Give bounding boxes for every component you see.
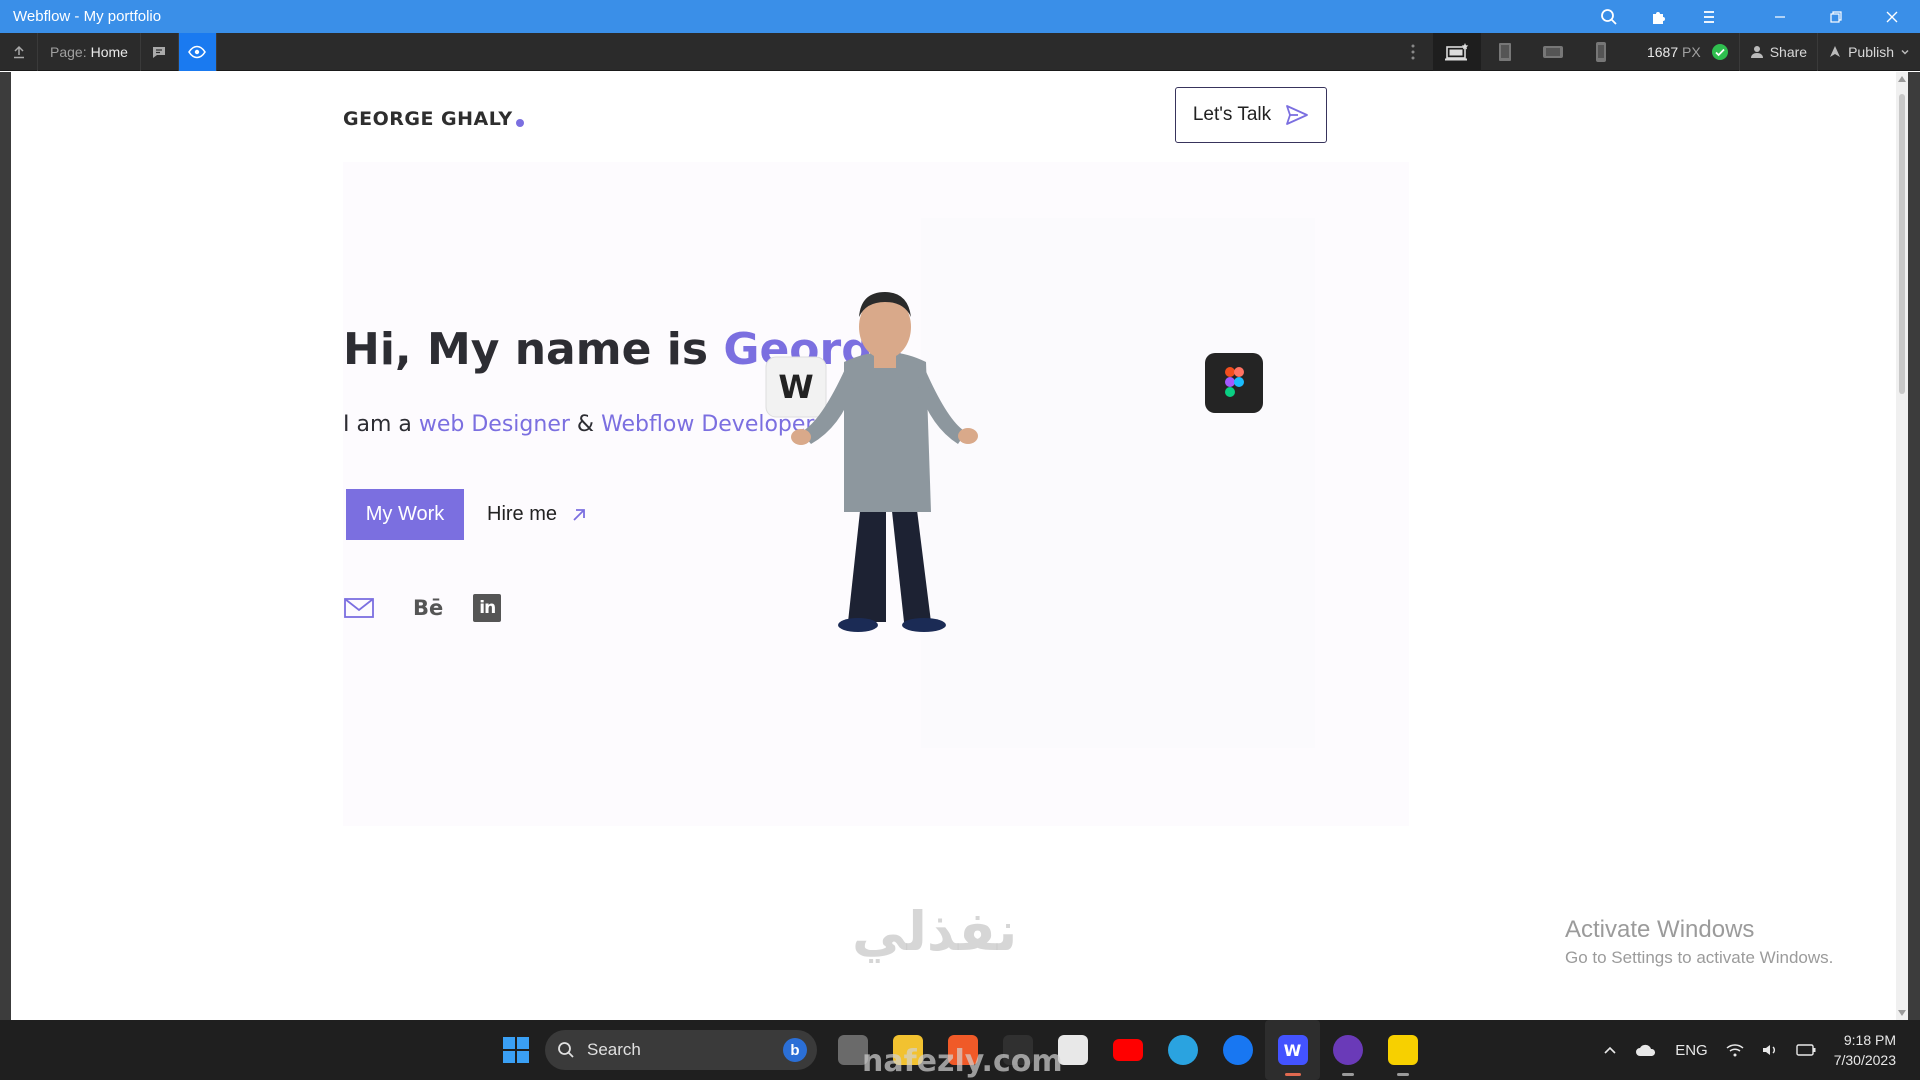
chevron-up-icon[interactable]	[1603, 1045, 1617, 1055]
social-links: Bē in	[343, 594, 502, 622]
media-player-icon[interactable]	[1320, 1020, 1375, 1080]
bing-icon[interactable]: b	[783, 1038, 807, 1062]
designer-toolbar: Page: Home 1687 PX Share Publish	[0, 32, 1920, 71]
watermark: نفذلي	[852, 900, 1017, 963]
hire-me-label: Hire me	[487, 503, 558, 525]
breakpoint-tablet[interactable]	[1481, 33, 1529, 71]
onedrive-icon[interactable]	[1635, 1043, 1657, 1057]
desktop-icon	[1444, 42, 1469, 60]
chevron-down-icon	[1901, 49, 1909, 55]
activate-windows-notice: Activate Windows Go to Settings to activ…	[1565, 916, 1833, 968]
linkedin-icon[interactable]: in	[473, 594, 502, 622]
my-work-button[interactable]: My Work	[346, 489, 464, 540]
logo-dot	[515, 119, 524, 127]
publish-button[interactable]: Publish	[1817, 32, 1920, 71]
share-button[interactable]: Share	[1738, 32, 1817, 71]
designer-canvas: GEORGE GHALY Let's Talk Hi, My name is G…	[0, 72, 1920, 1020]
site-page: GEORGE GHALY Let's Talk Hi, My name is G…	[11, 72, 1908, 1020]
publish-label: Publish	[1848, 43, 1894, 60]
search-placeholder: Search	[587, 1040, 641, 1059]
webflow-app-icon[interactable]: W	[1265, 1020, 1320, 1080]
sub-role-designer: web Designer	[418, 412, 570, 437]
page-selector-value: Home	[90, 43, 128, 60]
site-logo-text: GEORGE GHALY	[343, 108, 513, 130]
restore-button[interactable]	[1808, 0, 1864, 33]
behance-icon[interactable]: Bē	[413, 596, 443, 620]
page-selector-label: Page:	[50, 43, 87, 60]
page-selector[interactable]: Page: Home	[38, 32, 141, 71]
breakpoint-landscape[interactable]	[1529, 33, 1577, 71]
taskbar-clock[interactable]: 9:18 PM 7/30/2023	[1834, 1030, 1896, 1070]
preview-button[interactable]	[178, 32, 217, 71]
scroll-thumb[interactable]	[1899, 94, 1905, 394]
scroll-down-icon[interactable]	[1898, 1010, 1906, 1016]
close-button[interactable]	[1864, 0, 1920, 33]
lets-talk-button[interactable]: Let's Talk	[1175, 87, 1327, 143]
youtube-icon[interactable]	[1100, 1020, 1155, 1080]
search-icon	[558, 1042, 574, 1058]
breakpoint-portrait[interactable]	[1577, 33, 1625, 71]
rocket-icon	[1830, 45, 1841, 57]
export-icon[interactable]	[0, 32, 38, 71]
window-titlebar: Webflow - My portfolio	[0, 0, 1920, 33]
publish-status-icon[interactable]	[1701, 33, 1739, 71]
start-button[interactable]	[497, 1031, 535, 1069]
menu-icon[interactable]	[1684, 0, 1734, 33]
extensions-icon[interactable]	[1634, 0, 1684, 33]
user-icon	[1750, 45, 1763, 58]
volume-icon[interactable]	[1762, 1043, 1778, 1057]
canvas-width-value: 1687	[1646, 43, 1679, 60]
canvas-width-readout: 1687 PX	[1647, 44, 1701, 60]
zoom-icon[interactable]	[1584, 0, 1634, 33]
windows-icon	[503, 1037, 529, 1063]
language-indicator[interactable]: ENG	[1675, 1042, 1708, 1059]
clock-time: 9:18 PM	[1843, 1032, 1896, 1048]
phone-landscape-icon	[1542, 45, 1563, 58]
system-tray: ENG 9:18 PM 7/30/2023	[1603, 1020, 1920, 1080]
eye-icon	[188, 45, 207, 58]
watermark-arabic: نفذلي	[852, 900, 1018, 963]
more-options-icon[interactable]	[1393, 44, 1433, 60]
share-label: Share	[1769, 43, 1808, 60]
phone-portrait-icon	[1595, 41, 1606, 62]
send-icon	[1286, 105, 1309, 125]
canvas-width-unit: PX	[1682, 43, 1701, 60]
sticky-notes-icon[interactable]	[1375, 1020, 1430, 1080]
watermark-latin: nafezly.com	[862, 1044, 1063, 1079]
minimize-button[interactable]	[1752, 0, 1808, 33]
email-icon[interactable]	[343, 596, 375, 620]
hero-person-image: W	[765, 292, 978, 632]
activate-subtitle: Go to Settings to activate Windows.	[1565, 948, 1834, 967]
window-title: Webflow - My portfolio	[13, 8, 162, 25]
comments-icon[interactable]	[141, 32, 179, 71]
telegram-icon[interactable]	[1155, 1020, 1210, 1080]
hire-me-button[interactable]: Hire me	[487, 489, 587, 540]
tablet-icon	[1498, 42, 1511, 61]
lets-talk-label: Let's Talk	[1192, 104, 1272, 125]
arrow-up-right-icon	[573, 508, 585, 521]
clock-date: 7/30/2023	[1833, 1052, 1896, 1068]
canvas-scrollbar[interactable]	[1896, 72, 1908, 1020]
facebook-icon[interactable]	[1210, 1020, 1265, 1080]
figma-badge-icon	[1205, 353, 1263, 413]
wifi-icon[interactable]	[1726, 1043, 1744, 1057]
scroll-up-icon[interactable]	[1898, 76, 1906, 82]
battery-icon[interactable]	[1796, 1044, 1816, 1056]
breakpoint-desktop-star[interactable]	[1432, 32, 1481, 71]
webflow-badge-label: W	[778, 368, 813, 406]
taskbar-search[interactable]: Search b	[545, 1030, 817, 1070]
sub-prefix: I am a	[343, 412, 419, 437]
activate-title: Activate Windows	[1565, 916, 1755, 943]
site-logo[interactable]: GEORGE GHALY	[343, 108, 524, 130]
